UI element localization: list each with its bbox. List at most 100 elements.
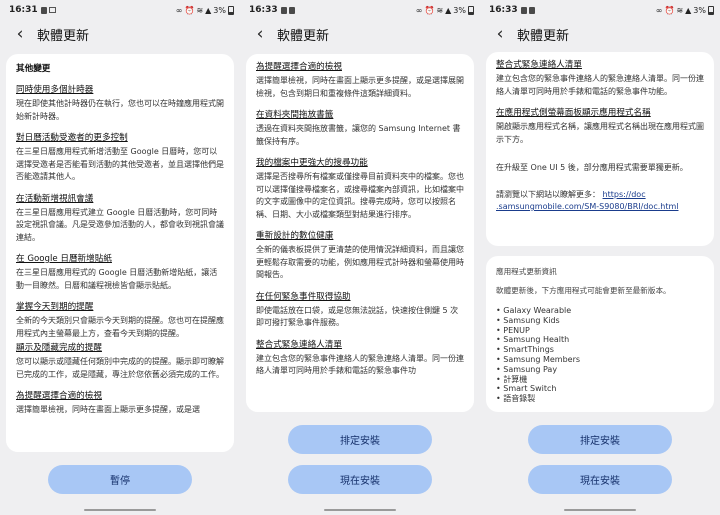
feature-title: 在活動新增視訊會議 xyxy=(16,193,94,204)
image-notification-icon xyxy=(48,7,56,13)
alarm-icon: ⏰ xyxy=(664,5,675,15)
battery-icon xyxy=(708,5,714,15)
list-item: Smart Switch xyxy=(496,384,704,394)
battery-level: 3% xyxy=(693,5,706,15)
status-right: ∞ ⏰ ≋ ▲ 3% xyxy=(415,5,474,15)
signal-icon: ▲ xyxy=(445,5,452,15)
feature-item: 對日曆活動受邀者的更多控制 在三星日曆應用程式新增活動至 Google 日曆時，… xyxy=(16,133,224,184)
feature-description: 全新的儀表板提供了更清楚的使用情況詳細資料，而且讓您更輕鬆存取需要的功能，例如應… xyxy=(256,245,464,279)
page-title: 軟體更新 xyxy=(37,28,90,44)
wifi-icon: ≋ xyxy=(676,5,684,15)
back-icon[interactable]: ‹ xyxy=(9,23,31,45)
app-update-card[interactable]: 應用程式更新資訊 軟體更新後，下方應用程式可能會更新至最新版本。 Galaxy … xyxy=(486,256,714,412)
feature-description: 在三星日曆應用程式建立 Google 日曆活動時，您可同時設定視訊會議。凡是受邀… xyxy=(16,207,224,242)
feature-title: 在任何緊急事件取得協助 xyxy=(256,291,351,302)
scroll-fade xyxy=(6,434,234,452)
feature-item: 我的檔案中更強大的搜尋功能 選擇是否搜尋所有檔案或僅搜尋目前資料夾中的檔案。您也… xyxy=(256,158,464,221)
scroll-fade xyxy=(246,394,474,412)
home-indicator[interactable] xyxy=(564,509,636,511)
status-time: 16:33 xyxy=(489,5,518,15)
battery-level: 3% xyxy=(453,5,466,15)
feature-description: 在三星日曆應用程式新增活動至 Google 日曆時，您可以選擇受邀者是否能看到活… xyxy=(16,147,224,181)
more-info: 請瀏覽以下網站以瞭解更多： https://doc .samsungmobile.… xyxy=(496,189,704,214)
feature-title: 為提醒選擇合適的檢視 xyxy=(256,62,342,72)
signal-icon: ▲ xyxy=(685,5,692,15)
feature-item: 顯示及隱藏完成的提醒 您可以顯示或隱藏任何類別中完成的的提醒。顯示即可瞭解已完成… xyxy=(16,343,224,381)
doc-link-line1: https://doc xyxy=(602,189,646,199)
notification-icon xyxy=(280,6,287,14)
release-notes-card[interactable]: 其他變更 同時使用多個計時器 現在即使其他計時器仍在執行，您也可以在時鐘應用程式… xyxy=(6,54,234,452)
feature-item: 在活動新增視訊會議 在三星日曆應用程式建立 Google 日曆活動時，您可同時設… xyxy=(16,194,224,245)
notification-icon xyxy=(528,6,535,14)
app-update-subtitle: 軟體更新後，下方應用程式可能會更新至最新版本。 xyxy=(496,286,671,295)
feature-description: 選擇簡單檢視，同時在畫面上顯示更多提醒，或是選 xyxy=(16,405,200,414)
pause-button[interactable]: 暫停 xyxy=(48,465,192,494)
back-icon[interactable]: ‹ xyxy=(489,23,511,45)
battery-icon xyxy=(468,5,474,15)
feature-item: 為提醒選擇合適的檢視 選擇簡單檢視，同時在畫面上顯示更多提醒，或是選 xyxy=(16,391,224,417)
release-notes-card[interactable]: 為提醒選擇合適的檢視 選擇簡單檢視，同時在畫面上顯示更多提醒，或是選擇展開檢視，… xyxy=(246,54,474,412)
wifi-icon: ≋ xyxy=(436,5,444,15)
back-icon[interactable]: ‹ xyxy=(249,23,271,45)
feature-item: 在應用程式側螢幕面板顯示應用程式名稱 開啟顯示應用程式名稱，讓應用程式名稱出現在… xyxy=(496,108,704,146)
app-update-heading: 應用程式更新資訊 xyxy=(496,267,557,276)
feature-title: 同時使用多個計時器 xyxy=(16,85,94,95)
feature-description: 現在即使其他計時器仍在執行，您也可以在時鐘應用程式開始新計時器。 xyxy=(16,99,224,121)
notification-icon xyxy=(520,6,527,14)
feature-description: 透過在資料夾間拖放書籤，讓您的 Samsung Internet 書籤保持有序。 xyxy=(256,124,461,146)
schedule-install-button[interactable]: 排定安裝 xyxy=(528,425,672,454)
list-item: Samsung Health xyxy=(496,335,704,345)
home-indicator[interactable] xyxy=(324,509,396,511)
feature-description: 全新的今天類別只會顯示今天到期的提醒。您也可在提醒應用程式內主螢幕最上方，查看今… xyxy=(16,316,224,338)
feature-title: 掌握今天到期的提醒 xyxy=(16,302,94,312)
schedule-install-button[interactable]: 排定安裝 xyxy=(288,425,432,454)
feature-item: 在任何緊急事件取得協助 即使電話放在口袋，或是您無法說話，快速按住側鍵 5 次即… xyxy=(256,292,464,330)
phone-screen-3: 16:33 ∞ ⏰ ≋ ▲ 3% ‹ 軟體更新 整合式緊急連絡人清單 建立包含您… xyxy=(480,0,720,515)
list-item: Samsung Pay xyxy=(496,365,704,375)
battery-level: 3% xyxy=(213,5,226,15)
feature-item: 在 Google 日曆新增貼紙 在三星日曆應用程式的 Google 日曆活動新增… xyxy=(16,254,224,292)
feature-title: 在資料夾間拖放書籤 xyxy=(256,110,334,120)
feature-description: 您可以顯示或隱藏任何類別中完成的的提醒。顯示即可瞭解已完成的工作，或是隱藏，專注… xyxy=(16,357,224,379)
list-item: PENUP xyxy=(496,326,704,336)
list-item: Samsung Kids xyxy=(496,316,704,326)
feature-description: 開啟顯示應用程式名稱，讓應用程式名稱出現在應用程式圖示下方。 xyxy=(496,122,704,144)
install-now-button[interactable]: 現在安裝 xyxy=(288,465,432,494)
feature-title: 整合式緊急連絡人清單 xyxy=(256,339,342,350)
feature-title: 對日曆活動受邀者的更多控制 xyxy=(16,133,128,143)
phone-screen-2: 16:33 ∞ ⏰ ≋ ▲ 3% ‹ 軟體更新 為提醒選擇合適的檢視 選擇簡單檢… xyxy=(240,0,480,515)
battery-icon xyxy=(228,5,234,15)
list-item: 語音錄製 xyxy=(496,394,704,404)
release-notes-card[interactable]: 整合式緊急連絡人清單 建立包含您的緊急事件連絡人的緊急連絡人清單。同一份連絡人清… xyxy=(486,52,714,246)
alarm-icon: ⏰ xyxy=(184,5,195,15)
one-ui-note: 在升級至 One UI 5 後，部分應用程式需要單獨更新。 xyxy=(496,163,688,172)
feature-title: 我的檔案中更強大的搜尋功能 xyxy=(256,158,368,168)
feature-description: 選擇是否搜尋所有檔案或僅搜尋目前資料夾中的檔案。您也可以選擇僅搜尋檔案名，或搜尋… xyxy=(256,172,464,219)
mute-icon: ∞ xyxy=(175,5,183,15)
feature-list: 同時使用多個計時器 現在即使其他計時器仍在執行，您也可以在時鐘應用程式開始新計時… xyxy=(16,85,224,417)
home-indicator[interactable] xyxy=(84,509,156,511)
doc-link-line2: .samsungmobile.com/SM-S9080/BRI/doc.html xyxy=(496,202,679,211)
feature-item: 同時使用多個計時器 現在即使其他計時器仍在執行，您也可以在時鐘應用程式開始新計時… xyxy=(16,85,224,123)
mute-icon: ∞ xyxy=(415,5,423,15)
feature-description: 即使電話放在口袋，或是您無法說話，快速按住側鍵 5 次即可撥打緊急事件服務。 xyxy=(256,305,459,328)
status-right: ∞ ⏰ ≋ ▲ 3% xyxy=(656,5,714,15)
phone-screen-1: 16:31 ∞ ⏰ ≋ ▲ 3% ‹ 軟體更新 其他變更 同時使用多個計時器 現… xyxy=(0,0,240,515)
page-title: 軟體更新 xyxy=(277,28,330,44)
feature-title: 顯示及隱藏完成的提醒 xyxy=(16,343,102,353)
page-title: 軟體更新 xyxy=(517,28,570,44)
install-now-button[interactable]: 現在安裝 xyxy=(528,465,672,494)
feature-description: 建立包含您的緊急事件連絡人的緊急連絡人清單。同一份連絡人清單可同時用於手錶和電話… xyxy=(496,74,704,96)
screens: 16:31 ∞ ⏰ ≋ ▲ 3% ‹ 軟體更新 其他變更 同時使用多個計時器 現… xyxy=(0,0,720,515)
feature-title: 為提醒選擇合適的檢視 xyxy=(16,391,102,401)
feature-title: 重新設計的數位健康 xyxy=(256,231,334,241)
notification-icon xyxy=(288,6,295,14)
status-bar: 16:33 ∞ ⏰ ≋ ▲ 3% xyxy=(480,0,720,20)
status-right: ∞ ⏰ ≋ ▲ 3% xyxy=(175,5,234,15)
section-title: 其他變更 xyxy=(16,64,51,74)
feature-description: 在三星日曆應用程式的 Google 日曆活動新增貼紙，讓活動一目瞭然。日曆和議程… xyxy=(16,268,218,290)
feature-item: 為提醒選擇合適的檢視 選擇簡單檢視，同時在畫面上顯示更多提醒，或是選擇展開檢視，… xyxy=(256,62,464,100)
feature-list: 為提醒選擇合適的檢視 選擇簡單檢視，同時在畫面上顯示更多提醒，或是選擇展開檢視，… xyxy=(256,62,464,378)
feature-title: 在應用程式側螢幕面板顯示應用程式名稱 xyxy=(496,108,651,118)
list-item: Galaxy Wearable xyxy=(496,306,704,316)
